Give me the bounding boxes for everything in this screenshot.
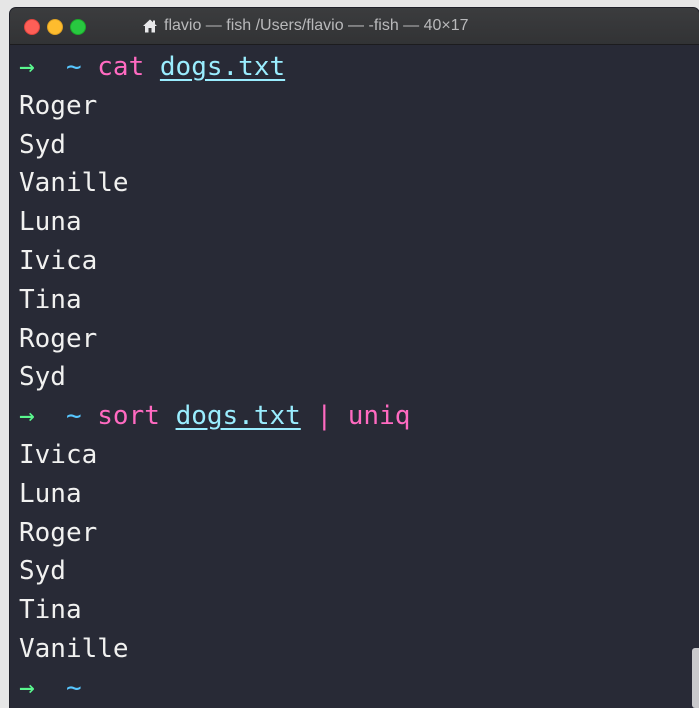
- prompt-tilde: ~: [65, 672, 82, 703]
- output-line: Syd: [19, 362, 66, 393]
- output-line: Roger: [19, 323, 98, 354]
- close-button[interactable]: [24, 19, 40, 35]
- scrollbar[interactable]: [692, 648, 699, 708]
- prompt-arrow: →: [19, 672, 35, 703]
- output-line: Syd: [19, 556, 66, 587]
- terminal-window: flavio — fish /Users/flavio — -fish — 40…: [10, 8, 699, 708]
- pipe-symbol: |: [316, 401, 333, 432]
- prompt-line: → ~ cat dogs.txt: [19, 48, 699, 87]
- home-icon: [142, 18, 158, 34]
- command-name: uniq: [347, 401, 411, 432]
- prompt-line[interactable]: → ~: [19, 669, 699, 708]
- prompt-arrow: →: [19, 401, 35, 432]
- command-argument: dogs.txt: [175, 401, 301, 432]
- title-bar[interactable]: flavio — fish /Users/flavio — -fish — 40…: [10, 8, 699, 45]
- prompt-tilde: ~: [65, 401, 82, 432]
- command-argument: dogs.txt: [159, 52, 286, 82]
- prompt-tilde: ~: [65, 52, 82, 82]
- command-name: cat: [97, 52, 145, 82]
- command-name: sort: [97, 401, 160, 432]
- zoom-button[interactable]: [70, 19, 86, 35]
- output-line: Ivica: [19, 439, 98, 470]
- output-line: Ivica: [19, 245, 98, 276]
- window-title: flavio — fish /Users/flavio — -fish — 40…: [142, 16, 469, 36]
- output-line: Syd: [19, 129, 66, 160]
- window-title-text: flavio — fish /Users/flavio — -fish — 40…: [164, 17, 469, 34]
- output-line: Roger: [19, 90, 98, 121]
- output-line: Luna: [19, 207, 82, 238]
- prompt-arrow: →: [19, 52, 35, 82]
- output-line: Luna: [19, 478, 82, 509]
- output-line: Roger: [19, 517, 98, 548]
- output-line: Tina: [19, 284, 82, 315]
- output-line: Tina: [19, 595, 82, 626]
- output-line: Vanille: [19, 168, 129, 199]
- terminal-content[interactable]: → ~ cat dogs.txt Roger Syd Vanille Luna …: [10, 45, 699, 708]
- output-line: Vanille: [19, 633, 129, 664]
- prompt-line: → ~ sort dogs.txt | uniq: [19, 397, 699, 436]
- minimize-button[interactable]: [47, 19, 63, 35]
